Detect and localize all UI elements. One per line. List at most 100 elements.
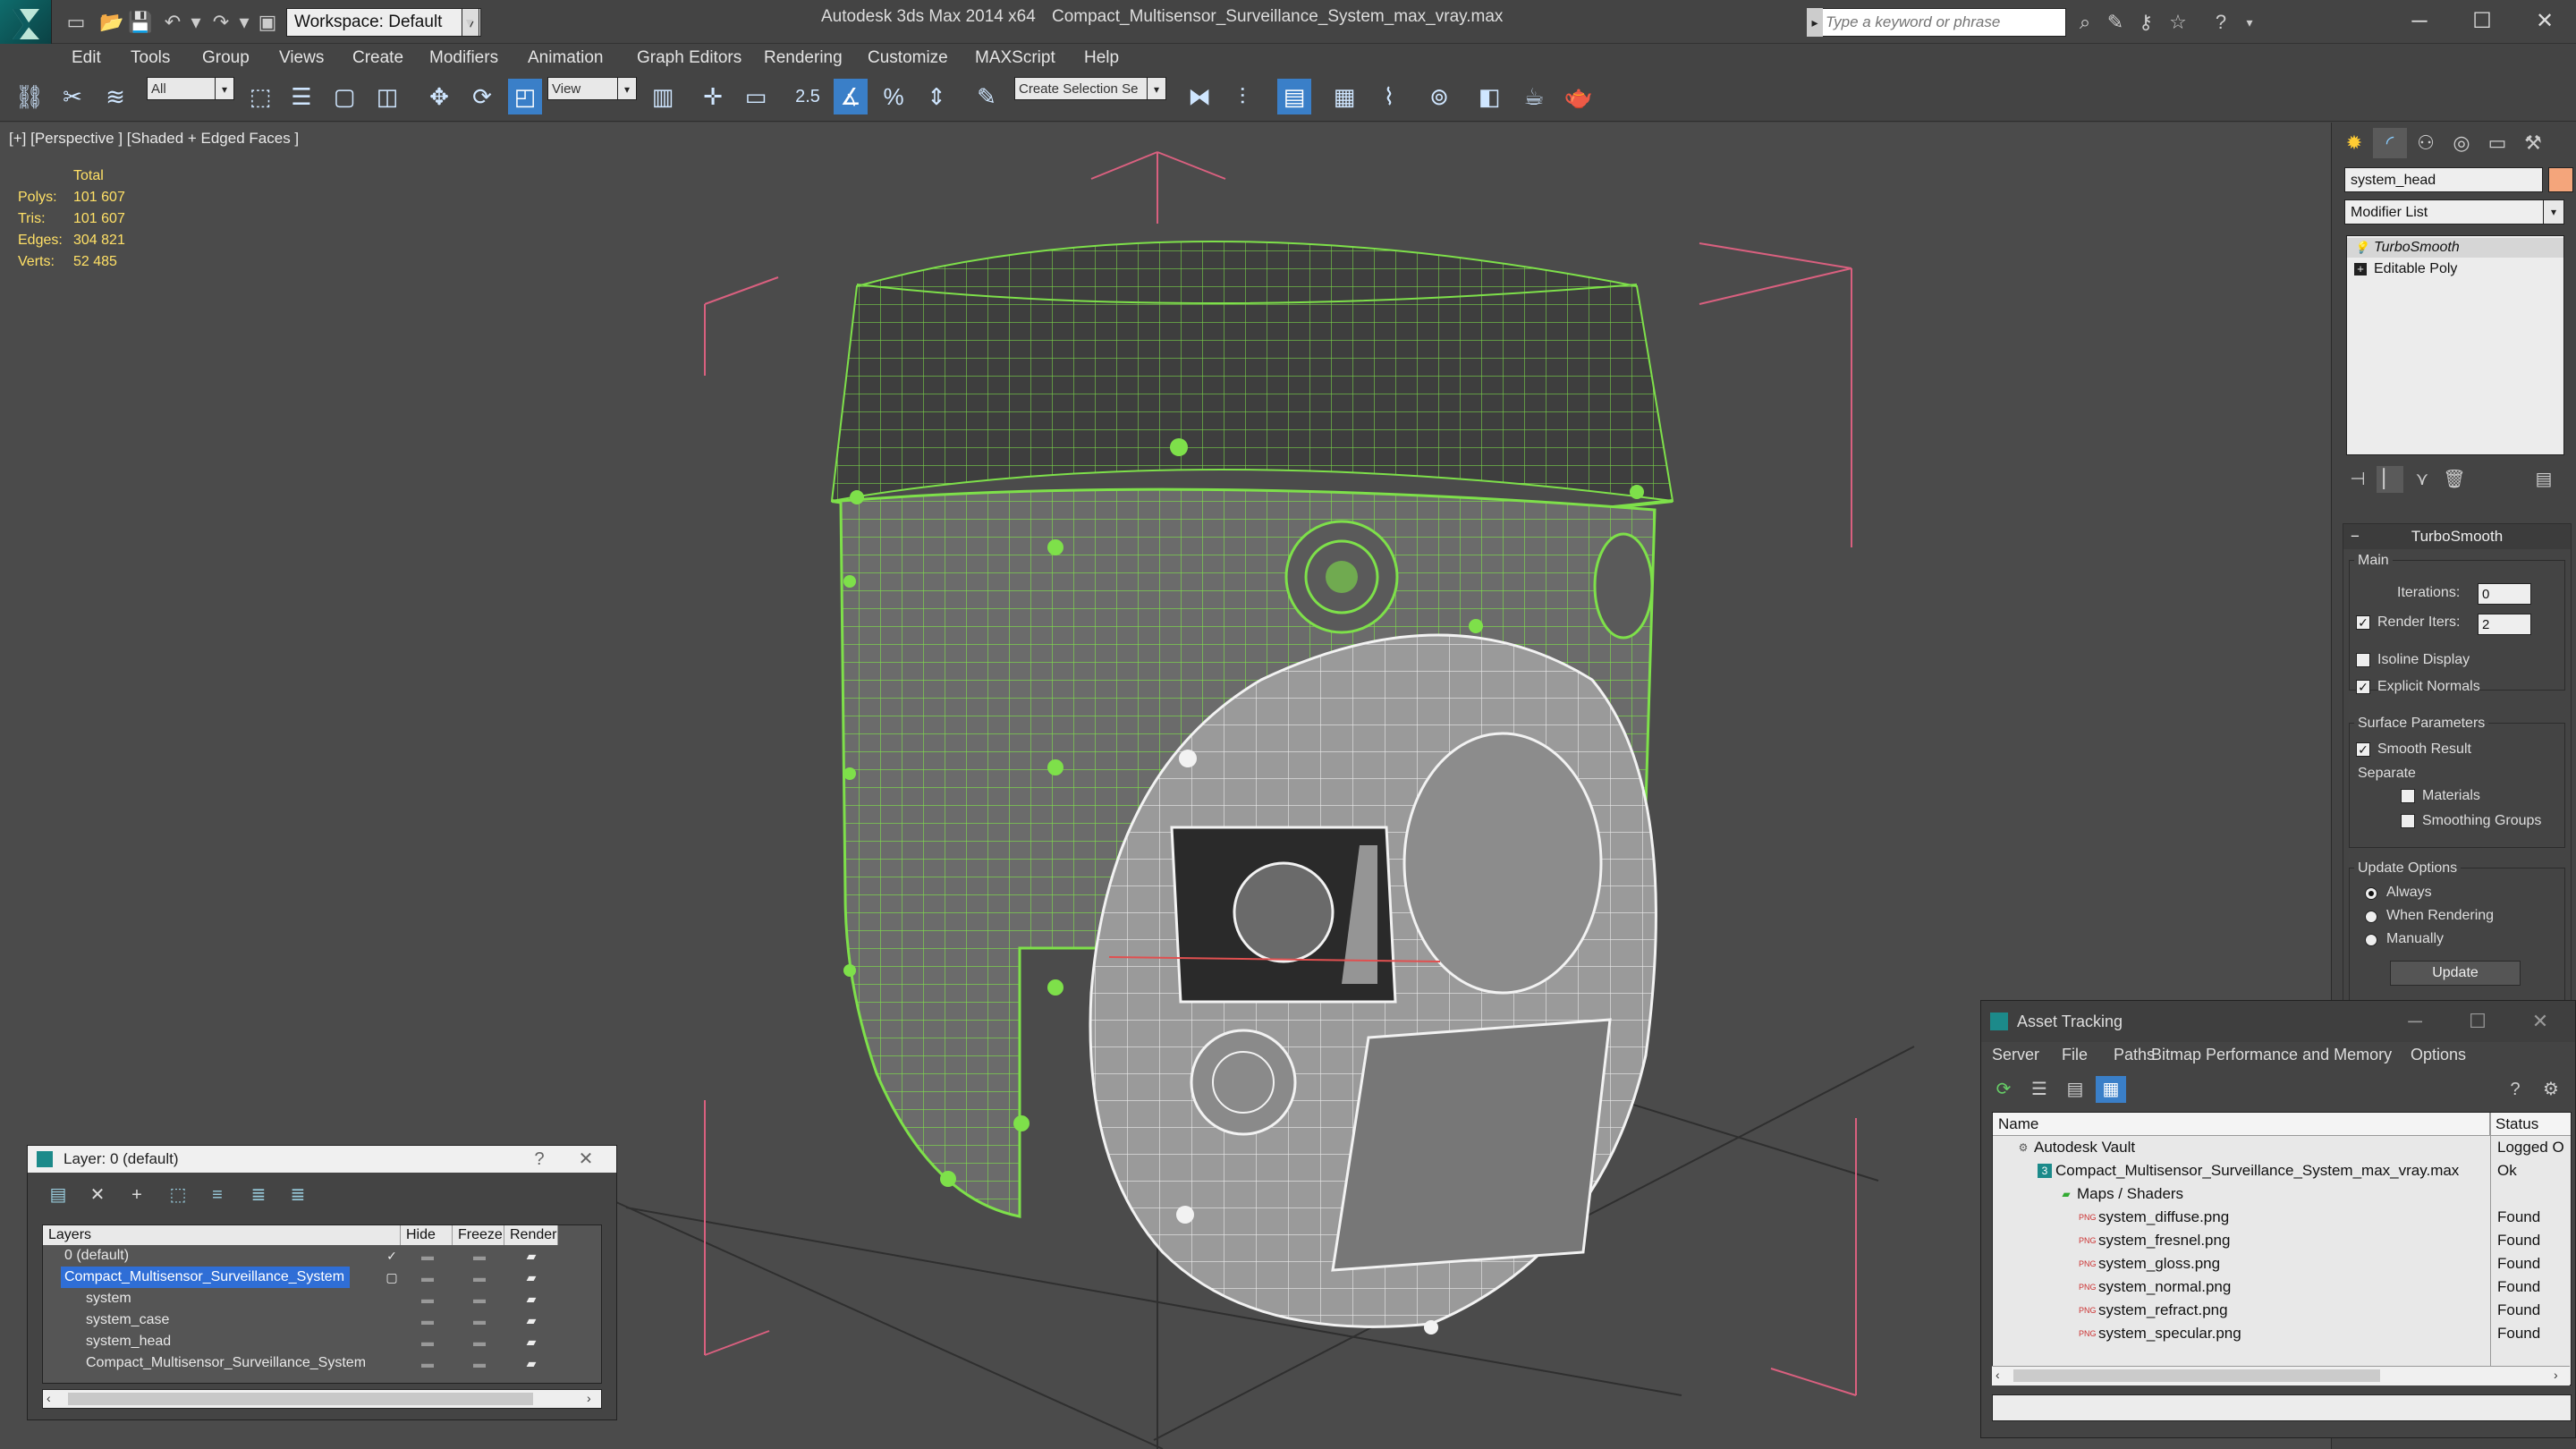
delete-layer-icon[interactable]: ✕ (81, 1182, 114, 1208)
quick-access-more-icon[interactable]: ▼ (458, 9, 481, 36)
hide-toggle-icon[interactable]: ▬ (410, 1288, 445, 1309)
selection-filter-dropdown-icon[interactable]: ▾ (215, 77, 234, 100)
update-always-radio[interactable] (2365, 887, 2377, 900)
explicit-normals-checkbox[interactable]: ✓ (2356, 680, 2370, 694)
hide-toggle-icon[interactable]: ▬ (410, 1245, 445, 1267)
link-icon[interactable]: ⛓ (13, 79, 47, 114)
freeze-toggle-icon[interactable]: ▬ (462, 1309, 497, 1331)
smoothing-groups-checkbox[interactable] (2401, 814, 2415, 828)
refresh-icon[interactable]: ⟳ (1988, 1076, 2019, 1103)
menu-maxscript[interactable]: MAXScript (975, 48, 1055, 68)
asset-settings-icon[interactable]: ⚙ (2536, 1076, 2566, 1103)
utilities-tab-icon[interactable]: ⚒ (2516, 128, 2550, 158)
isoline-display-checkbox[interactable] (2356, 653, 2370, 667)
render-setup-icon[interactable]: ☕ (1517, 79, 1551, 114)
asset-menu-paths[interactable]: Paths (2114, 1046, 2155, 1064)
render-toggle-icon[interactable]: ▰ (513, 1245, 549, 1267)
menu-tools[interactable]: Tools (131, 48, 170, 68)
hide-toggle-icon[interactable]: ▬ (410, 1352, 445, 1374)
asset-close-button[interactable]: ✕ (2509, 1004, 2572, 1039)
freeze-toggle-icon[interactable]: ▬ (462, 1331, 497, 1352)
table-row[interactable]: Compact_Multisensor_Surveillance_System … (43, 1267, 601, 1288)
layer-close-button[interactable]: ✕ (568, 1146, 604, 1173)
table-row[interactable]: 0 (default) ✓ ▬ ▬ ▰ (43, 1245, 601, 1267)
menu-rendering[interactable]: Rendering (764, 48, 843, 68)
project-folder-icon[interactable]: ▣ (254, 9, 281, 36)
render-iters-checkbox[interactable]: ✓ (2356, 615, 2370, 630)
scroll-thumb[interactable] (2013, 1369, 2380, 1382)
object-name-field[interactable]: system_head (2344, 167, 2543, 192)
add-to-layer-icon[interactable]: + (121, 1182, 153, 1208)
viewport-label[interactable]: [+] [Perspective ] [Shaded + Edged Faces… (9, 130, 299, 148)
align-icon[interactable]: ⫶ (1225, 79, 1259, 114)
asset-maximize-button[interactable]: ☐ (2446, 1004, 2509, 1039)
menu-edit[interactable]: Edit (72, 48, 101, 68)
graphite-ribbon-icon[interactable]: ▦ (1327, 79, 1361, 114)
reference-coordinate-select[interactable]: View (547, 77, 628, 100)
table-row[interactable]: PNG system_diffuse.png Found (1993, 1206, 2571, 1229)
table-row[interactable]: system_case ▬ ▬ ▰ (43, 1309, 601, 1331)
favorites-star-icon[interactable]: ☆ (2165, 9, 2191, 36)
table-row[interactable]: system ▬ ▬ ▰ (43, 1288, 601, 1309)
stack-item-editable-poly[interactable]: + Editable Poly (2347, 259, 2563, 279)
select-manipulate-icon[interactable]: ✛ (696, 79, 730, 114)
unlink-icon[interactable]: ✂ (55, 79, 89, 114)
mirror-icon[interactable]: ⧓ (1182, 79, 1216, 114)
material-editor-icon[interactable]: ◧ (1472, 79, 1506, 114)
menu-graph-editors[interactable]: Graph Editors (637, 48, 741, 68)
maximize-button[interactable]: ☐ (2451, 4, 2513, 39)
reference-coordinate-dropdown-icon[interactable]: ▾ (617, 77, 637, 100)
configure-modifier-sets-icon[interactable]: ▤ (2530, 466, 2557, 493)
freeze-all-layers-icon[interactable]: ≣ (282, 1182, 314, 1208)
asset-help-icon[interactable]: ? (2500, 1076, 2530, 1103)
rect-selection-region-icon[interactable]: ▢ (327, 79, 361, 114)
layer-manager-icon[interactable]: ▤ (1277, 79, 1311, 114)
update-manually-radio[interactable] (2365, 934, 2377, 946)
remove-modifier-icon[interactable]: 🗑 (2441, 466, 2468, 493)
expand-plus-icon[interactable]: + (2354, 263, 2367, 275)
active-layer-box-icon[interactable]: ▢ (374, 1267, 410, 1288)
active-layer-check-icon[interactable]: ✓ (374, 1245, 410, 1267)
window-crossing-icon[interactable]: ◫ (370, 79, 404, 114)
search-expand-icon[interactable]: ▸ (1807, 8, 1823, 37)
save-file-icon[interactable]: 💾 (127, 9, 154, 36)
menu-create[interactable]: Create (352, 48, 403, 68)
freeze-toggle-icon[interactable]: ▬ (462, 1245, 497, 1267)
undo-list-icon[interactable]: ▾ (182, 9, 209, 36)
selection-filter-select[interactable]: All (147, 77, 218, 100)
search-input[interactable] (1826, 9, 2063, 36)
hide-all-layers-icon[interactable]: ≣ (242, 1182, 275, 1208)
object-color-swatch[interactable] (2548, 167, 2573, 192)
scroll-left-icon[interactable]: ‹ (1996, 1368, 2000, 1382)
asset-path-field[interactable] (1992, 1394, 2572, 1421)
curve-editor-icon[interactable]: ⌇ (1372, 79, 1406, 114)
key-icon[interactable]: ⚷ (2132, 9, 2159, 36)
scroll-right-icon[interactable]: › (587, 1391, 591, 1405)
scroll-right-icon[interactable]: › (2554, 1368, 2558, 1382)
menu-views[interactable]: Views (279, 48, 324, 68)
select-in-layer-icon[interactable]: ⬚ (162, 1182, 194, 1208)
asset-menu-file[interactable]: File (2062, 1046, 2088, 1064)
table-row[interactable]: Compact_Multisensor_Surveillance_System … (43, 1352, 601, 1374)
hide-toggle-icon[interactable]: ▬ (410, 1331, 445, 1352)
stack-item-turbosmooth[interactable]: 💡 TurboSmooth (2347, 238, 2563, 258)
table-row[interactable]: ▰ Maps / Shaders (1993, 1182, 2571, 1206)
make-unique-icon[interactable]: ⋎ (2409, 466, 2436, 493)
percent-snap-icon[interactable]: % (877, 79, 911, 114)
freeze-toggle-icon[interactable]: ▬ (462, 1352, 497, 1374)
modifier-list-dropdown-icon[interactable]: ▾ (2543, 199, 2564, 225)
asset-menu-server[interactable]: Server (1992, 1046, 2039, 1064)
hide-toggle-icon[interactable]: ▬ (410, 1309, 445, 1331)
render-toggle-icon[interactable]: ▰ (513, 1331, 549, 1352)
minimize-button[interactable]: ─ (2388, 4, 2451, 39)
table-row[interactable]: system_head ▬ ▬ ▰ (43, 1331, 601, 1352)
render-toggle-icon[interactable]: ▰ (513, 1352, 549, 1374)
col-render[interactable]: Render (504, 1225, 558, 1245)
col-name[interactable]: Name (1993, 1113, 2490, 1136)
create-layer-icon[interactable]: ▤ (42, 1182, 74, 1208)
rollout-header[interactable]: − TurboSmooth (2343, 524, 2571, 549)
menu-help[interactable]: Help (1084, 48, 1119, 68)
menu-modifiers[interactable]: Modifiers (429, 48, 498, 68)
render-toggle-icon[interactable]: ▰ (513, 1288, 549, 1309)
render-toggle-icon[interactable]: ▰ (513, 1309, 549, 1331)
